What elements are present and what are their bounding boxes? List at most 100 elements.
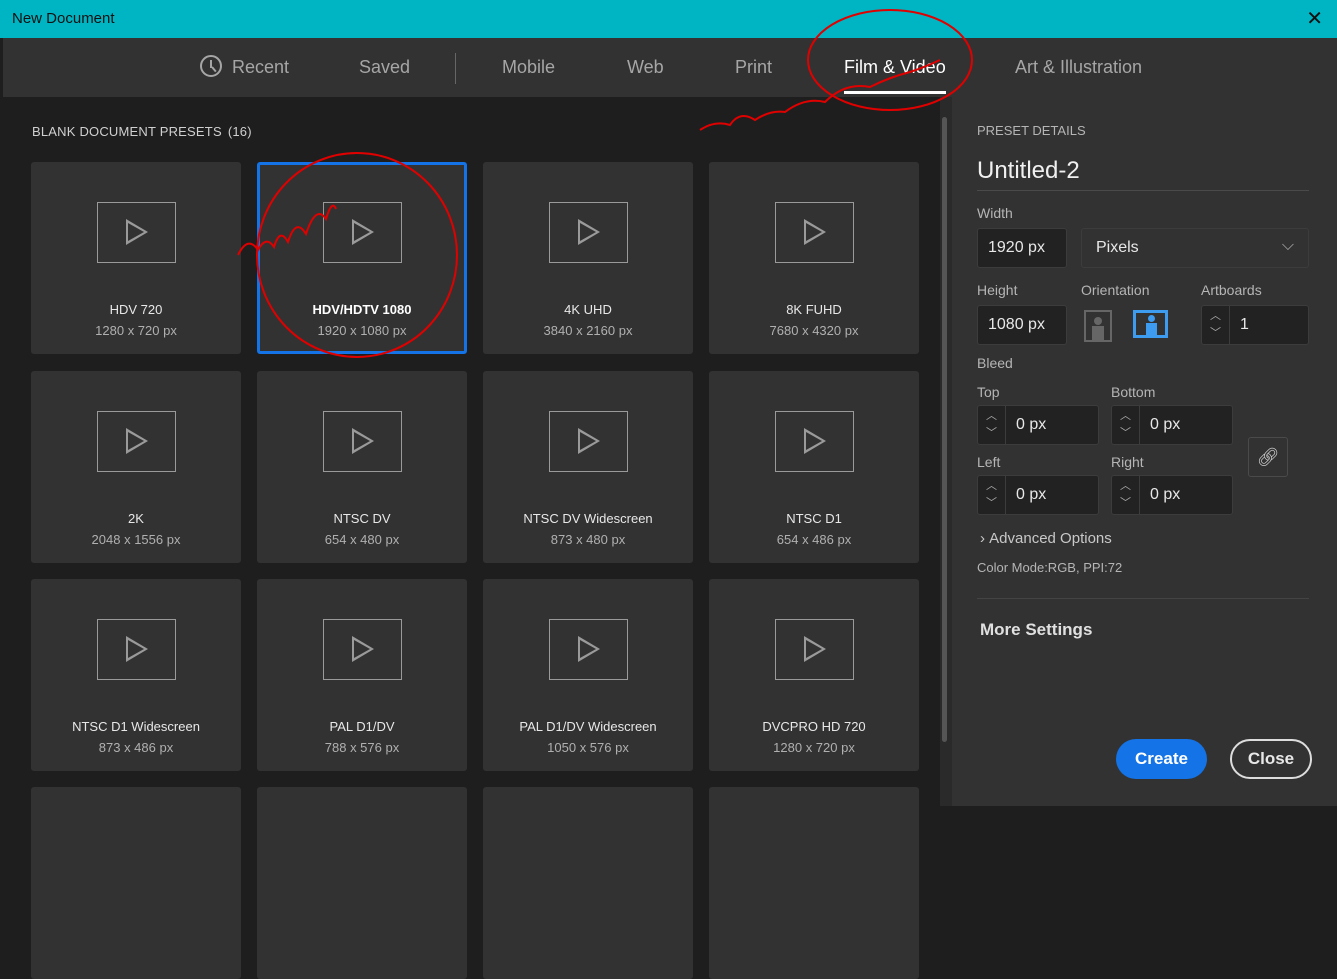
presets-count: (16) [227,124,252,139]
link-bleed-icon[interactable]: 🔗︎ [1248,437,1288,477]
artboards-stepper[interactable]: ︿ ﹀ 1 [1201,305,1309,345]
orientation-label: Orientation [1081,282,1150,298]
preset-name: DVCPRO HD 720 [762,719,866,734]
landscape-orientation-icon[interactable] [1133,310,1168,338]
stepper-arrows-icon[interactable]: ︿ ﹀ [978,406,1006,444]
video-preset-icon [323,410,402,472]
preset-details-panel: PRESET DETAILS Untitled-2 Width 1920 px … [952,97,1337,806]
tab-label: Recent [232,57,290,77]
advanced-options-toggle[interactable]: › Advanced Options [980,530,1112,547]
clock-icon [200,55,222,78]
preset-card[interactable]: NTSC D1 654 x 486 px [709,370,919,563]
presets-heading: BLANK DOCUMENT PRESETS (16) [32,124,252,139]
video-preset-icon [97,202,176,263]
video-preset-icon [97,410,176,472]
tab-film-video[interactable]: Film & Video [844,38,946,97]
scrollbar-thumb[interactable] [942,117,947,742]
preset-name: NTSC DV [333,510,391,526]
artboards-value: 1 [1240,316,1249,333]
bleed-left-label: Left [977,454,1001,470]
scrollbar[interactable] [940,97,952,806]
preset-size: 873 x 486 px [98,740,174,755]
preset-card[interactable]: PAL D1/DV 788 x 576 px [257,579,467,771]
bleed-top-value: 0 px [1016,416,1047,433]
document-name-input[interactable]: Untitled-2 [977,157,1309,191]
more-settings-link[interactable]: More Settings [980,620,1092,640]
tab-web[interactable]: Web [627,38,664,97]
create-button[interactable]: Create [1116,739,1207,779]
tab-mobile[interactable]: Mobile [502,38,555,97]
preset-card[interactable]: NTSC D1 Widescreen 873 x 486 px [31,579,241,771]
bleed-bottom-stepper[interactable]: ︿ ﹀ 0 px [1111,405,1233,445]
preset-card[interactable]: NTSC DV 654 x 480 px [257,370,467,563]
tab-print[interactable]: Print [735,38,772,97]
preset-name: NTSC DV Widescreen [523,510,653,526]
stepper-arrows-icon[interactable]: ︿ ﹀ [978,476,1006,514]
presets-title: BLANK DOCUMENT PRESETS [32,124,222,139]
preset-size: 654 x 486 px [776,531,852,547]
width-input[interactable]: 1920 px [977,228,1067,268]
presets-panel: BLANK DOCUMENT PRESETS (16) HDV 720 1280 x… [3,97,940,979]
bleed-right-value: 0 px [1150,486,1181,503]
video-preset-icon [775,619,854,680]
preset-size: 1920 x 1080 px [317,323,407,338]
width-label: Width [977,205,1013,221]
preset-details-heading: PRESET DETAILS [977,123,1086,138]
divider [977,598,1309,599]
bleed-left-value: 0 px [1016,486,1047,503]
chevron-down-icon: ⌵ [1281,237,1294,254]
preset-size: 873 x 480 px [550,531,626,547]
preset-card[interactable]: PAL D1/DV Widescreen 1050 x 576 px [483,579,693,771]
preset-card[interactable] [257,787,467,979]
video-preset-icon [549,410,628,472]
video-preset-icon [775,410,854,472]
stepper-arrows-icon[interactable]: ︿ ﹀ [1112,476,1140,514]
preset-name: HDV 720 [109,302,163,317]
video-preset-icon [323,619,402,680]
units-value: Pixels [1096,239,1139,256]
preset-card[interactable]: HDV 720 1280 x 720 px [31,162,241,354]
video-preset-icon [549,202,628,263]
portrait-orientation-icon[interactable] [1084,310,1112,342]
bleed-left-stepper[interactable]: ︿ ﹀ 0 px [977,475,1099,515]
preset-size: 654 x 480 px [324,531,400,547]
bleed-right-stepper[interactable]: ︿ ﹀ 0 px [1111,475,1233,515]
bleed-bottom-label: Bottom [1111,384,1156,400]
preset-name: 2K [128,510,144,526]
tab-saved[interactable]: Saved [359,38,410,97]
preset-card[interactable] [483,787,693,979]
preset-card[interactable] [31,787,241,979]
color-mode-info: Color Mode:RGB, PPI:72 [977,560,1123,575]
units-select[interactable]: Pixels ⌵ [1081,228,1309,268]
preset-card[interactable] [709,787,919,979]
title-bar: New Document ✕ [0,0,1337,38]
preset-name: 4K UHD [564,302,612,317]
preset-size: 1280 x 720 px [773,740,855,755]
height-input[interactable]: 1080 px [977,305,1067,345]
preset-size: 7680 x 4320 px [769,323,859,338]
bleed-top-stepper[interactable]: ︿ ﹀ 0 px [977,405,1099,445]
preset-name: NTSC D1 Widescreen [72,719,200,734]
window-title: New Document [12,10,115,27]
preset-card[interactable]: 8K FUHD 7680 x 4320 px [709,162,919,354]
video-preset-icon [97,619,176,680]
preset-size: 1280 x 720 px [95,323,177,338]
preset-name: NTSC D1 [786,510,842,526]
close-icon[interactable]: ✕ [1306,0,1323,38]
artboards-label: Artboards [1201,282,1262,298]
video-preset-icon [323,202,402,263]
preset-size: 1050 x 576 px [547,740,629,755]
preset-card[interactable]: HDV/HDTV 1080 1920 x 1080 px [257,162,467,354]
close-button[interactable]: Close [1230,739,1312,779]
preset-card[interactable]: NTSC DV Widescreen 873 x 480 px [483,370,693,563]
preset-card[interactable]: 2K 2048 x 1556 px [31,370,241,563]
advanced-options-label: Advanced Options [989,530,1112,547]
preset-card[interactable]: DVCPRO HD 720 1280 x 720 px [709,579,919,771]
preset-card[interactable]: 4K UHD 3840 x 2160 px [483,162,693,354]
tab-recent[interactable]: Recent [200,38,289,97]
video-preset-icon [549,619,628,680]
stepper-arrows-icon[interactable]: ︿ ﹀ [1202,306,1230,344]
stepper-arrows-icon[interactable]: ︿ ﹀ [1112,406,1140,444]
video-preset-icon [775,202,854,263]
tab-art-illustration[interactable]: Art & Illustration [1015,38,1142,97]
